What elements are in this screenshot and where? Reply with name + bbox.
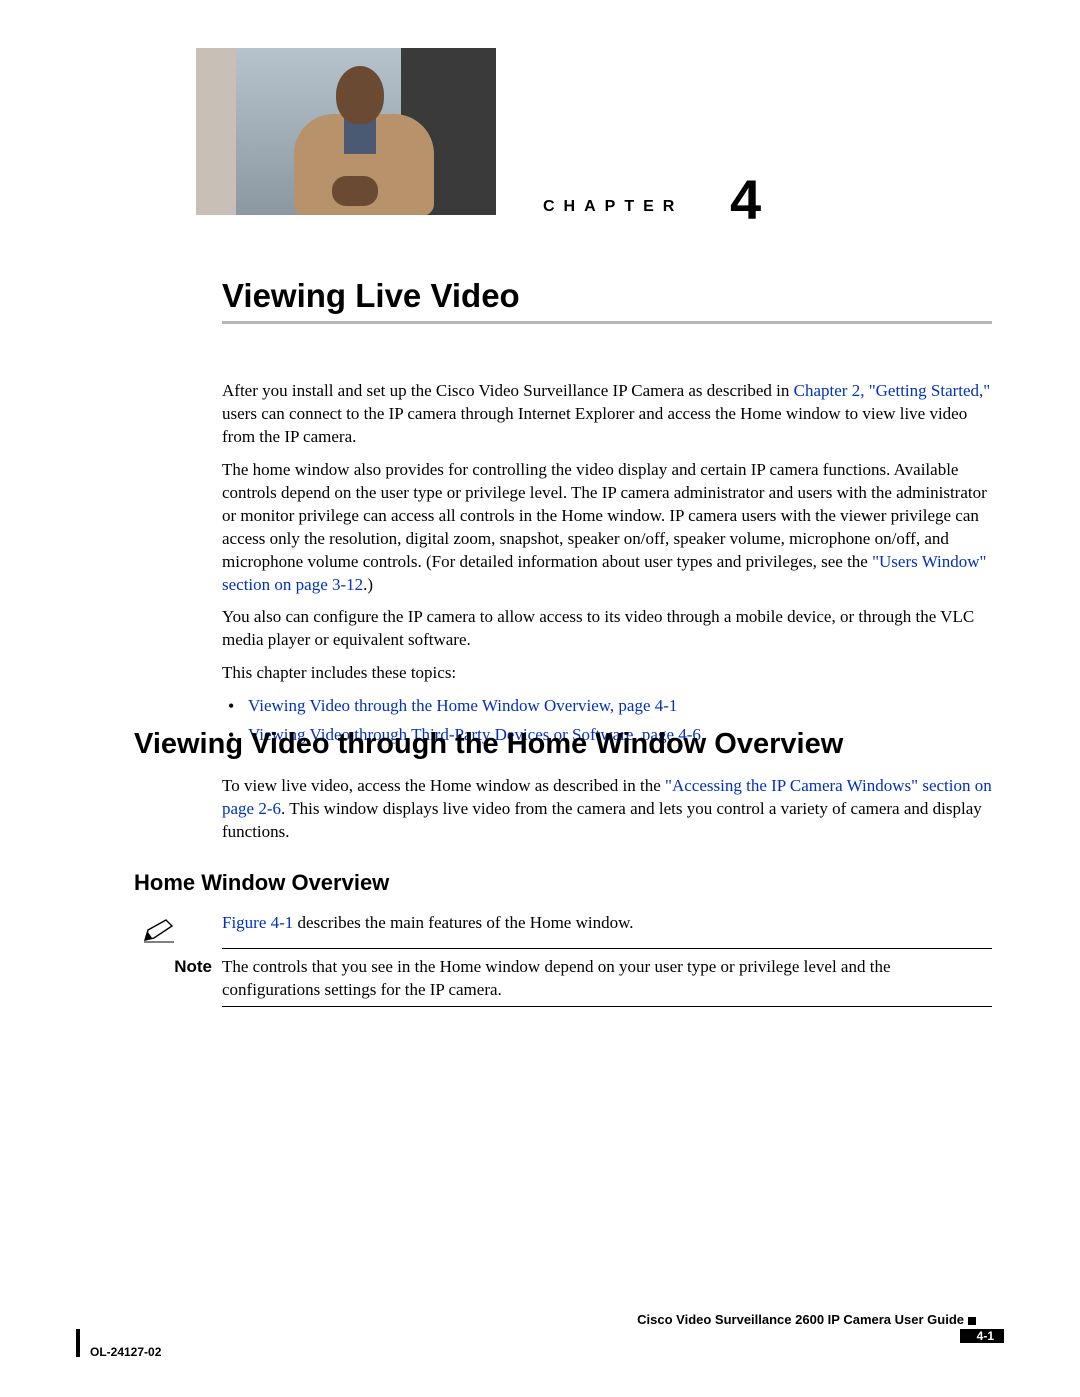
footer-guide-title: Cisco Video Surveillance 2600 IP Camera … [637, 1311, 964, 1329]
section-paragraph-1: To view live video, access the Home wind… [222, 775, 992, 844]
link-topic-home-window-overview[interactable]: Viewing Video through the Home Window Ov… [248, 696, 677, 715]
footer-bar-cutout [80, 1329, 960, 1343]
subsection-heading-home-window-overview: Home Window Overview [134, 868, 389, 898]
note-text: The controls that you see in the Home wi… [222, 956, 992, 1002]
text-run: To view live video, access the Home wind… [222, 776, 665, 795]
topics-lead: This chapter includes these topics: [222, 662, 992, 685]
intro-paragraph-3: You also can configure the IP camera to … [222, 606, 992, 652]
chapter-hero-image [196, 48, 496, 215]
section-body: To view live video, access the Home wind… [222, 775, 992, 854]
note-rule-top [222, 948, 992, 949]
note-label: Note [134, 956, 212, 979]
intro-paragraph-1: After you install and set up the Cisco V… [222, 380, 992, 449]
note-rule-bottom [222, 1006, 992, 1007]
footer-page-number: 4-1 [977, 1329, 994, 1343]
section-heading-home-window-overview: Viewing Video through the Home Window Ov… [134, 725, 843, 764]
note-pencil-icon [142, 918, 176, 944]
text-run: describes the main features of the Home … [293, 913, 633, 932]
page: CHAPTER 4 Viewing Live Video After you i… [0, 0, 1080, 1397]
chapter-label: CHAPTER [543, 196, 683, 218]
title-underline [222, 321, 992, 324]
page-footer: Cisco Video Surveillance 2600 IP Camera … [76, 1311, 1004, 1365]
footer-tick-icon [968, 1317, 976, 1325]
link-chapter-2-getting-started[interactable]: Chapter 2, "Getting Started," [794, 381, 991, 400]
chapter-number: 4 [730, 162, 761, 238]
link-figure-4-1[interactable]: Figure 4-1 [222, 913, 293, 932]
chapter-title: Viewing Live Video [222, 274, 520, 319]
topic-item: Viewing Video through the Home Window Ov… [222, 695, 992, 718]
footer-doc-id: OL-24127-02 [90, 1344, 161, 1360]
text-run: .) [363, 575, 373, 594]
intro-paragraph-2: The home window also provides for contro… [222, 459, 992, 597]
chapter-intro: After you install and set up the Cisco V… [222, 380, 992, 753]
text-run: After you install and set up the Cisco V… [222, 381, 794, 400]
subsection-body: Figure 4-1 describes the main features o… [222, 912, 992, 945]
subsection-paragraph-1: Figure 4-1 describes the main features o… [222, 912, 992, 935]
text-run: . This window displays live video from t… [222, 799, 982, 841]
footer-left-edge [76, 1329, 80, 1357]
text-run: users can connect to the IP camera throu… [222, 404, 967, 446]
